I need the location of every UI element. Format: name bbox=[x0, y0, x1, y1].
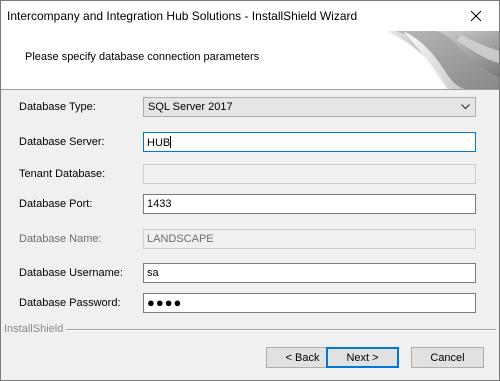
database-server-value: HUB bbox=[147, 137, 171, 149]
database-server-label: Database Server: bbox=[19, 136, 105, 148]
window-title: Intercompany and Integration Hub Solutio… bbox=[7, 9, 358, 23]
cancel-button[interactable]: Cancel bbox=[411, 347, 484, 368]
database-port-input[interactable]: 1433 bbox=[143, 194, 476, 214]
database-username-input[interactable]: sa bbox=[143, 263, 476, 283]
tenant-database-row: Tenant Database: bbox=[1, 164, 499, 186]
footer-divider bbox=[4, 329, 496, 331]
database-name-row: Database Name: LANDSCAPE bbox=[1, 229, 499, 251]
header-instruction: Please specify database connection param… bbox=[25, 51, 260, 63]
database-server-row: Database Server: HUB bbox=[1, 132, 499, 154]
database-server-input[interactable]: HUB bbox=[143, 132, 476, 152]
database-password-row: Database Password: ●●●● bbox=[1, 293, 499, 315]
title-bar[interactable]: Intercompany and Integration Hub Solutio… bbox=[1, 1, 499, 31]
installshield-brand: InstallShield bbox=[4, 323, 67, 335]
database-password-label: Database Password: bbox=[19, 297, 121, 309]
database-password-input[interactable]: ●●●● bbox=[143, 293, 476, 313]
database-username-label: Database Username: bbox=[19, 267, 123, 279]
page-curl-graphic bbox=[387, 31, 499, 89]
database-name-input: LANDSCAPE bbox=[143, 229, 476, 249]
close-icon bbox=[471, 11, 481, 21]
database-port-label: Database Port: bbox=[19, 198, 93, 210]
chevron-down-icon bbox=[461, 104, 470, 110]
database-type-label: Database Type: bbox=[19, 101, 96, 113]
tenant-database-input bbox=[143, 164, 476, 184]
text-caret bbox=[170, 136, 172, 148]
database-port-value: 1433 bbox=[147, 198, 172, 210]
next-button[interactable]: Next > bbox=[326, 347, 399, 368]
database-port-row: Database Port: 1433 bbox=[1, 194, 499, 216]
tenant-database-label: Tenant Database: bbox=[19, 168, 106, 180]
database-type-row: Database Type: SQL Server 2017 bbox=[1, 97, 499, 119]
database-name-value: LANDSCAPE bbox=[147, 233, 214, 245]
database-username-value: sa bbox=[147, 267, 159, 279]
close-button[interactable] bbox=[453, 1, 499, 31]
database-username-row: Database Username: sa bbox=[1, 263, 499, 285]
wizard-header: Please specify database connection param… bbox=[1, 31, 499, 90]
database-password-value: ●●●● bbox=[147, 295, 183, 310]
installshield-wizard-window: Intercompany and Integration Hub Solutio… bbox=[0, 0, 500, 381]
database-type-select[interactable]: SQL Server 2017 bbox=[143, 97, 476, 117]
database-type-value: SQL Server 2017 bbox=[148, 101, 233, 113]
database-name-label: Database Name: bbox=[19, 233, 102, 245]
